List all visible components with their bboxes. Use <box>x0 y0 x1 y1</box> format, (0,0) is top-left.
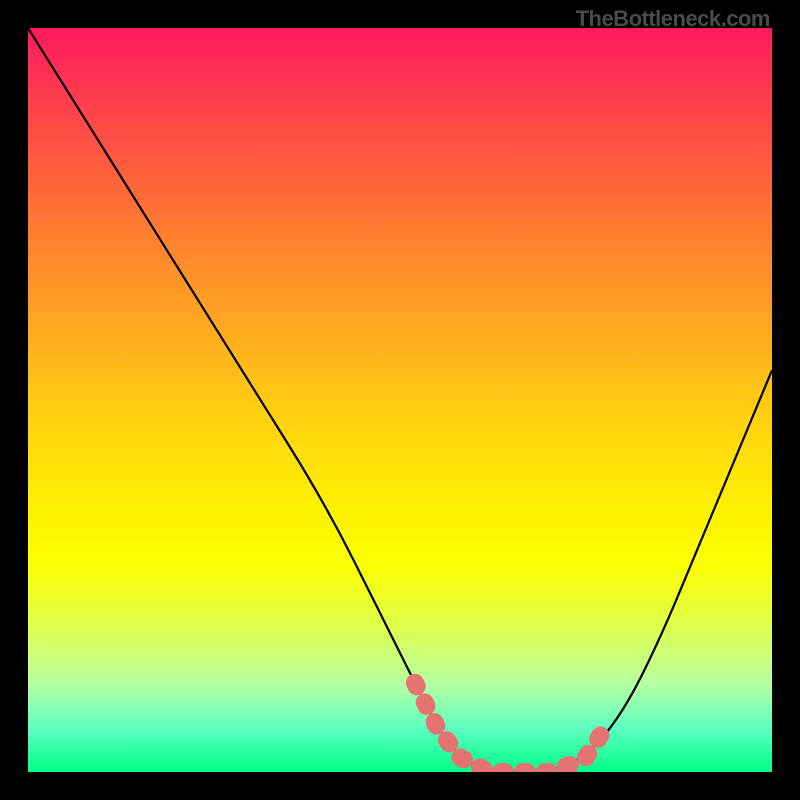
watermark-text: TheBottleneck.com <box>576 6 770 32</box>
valley-highlight <box>415 683 601 772</box>
chart-svg <box>28 28 772 772</box>
chart-container: TheBottleneck.com <box>0 0 800 800</box>
bottleneck-curve <box>28 28 772 772</box>
